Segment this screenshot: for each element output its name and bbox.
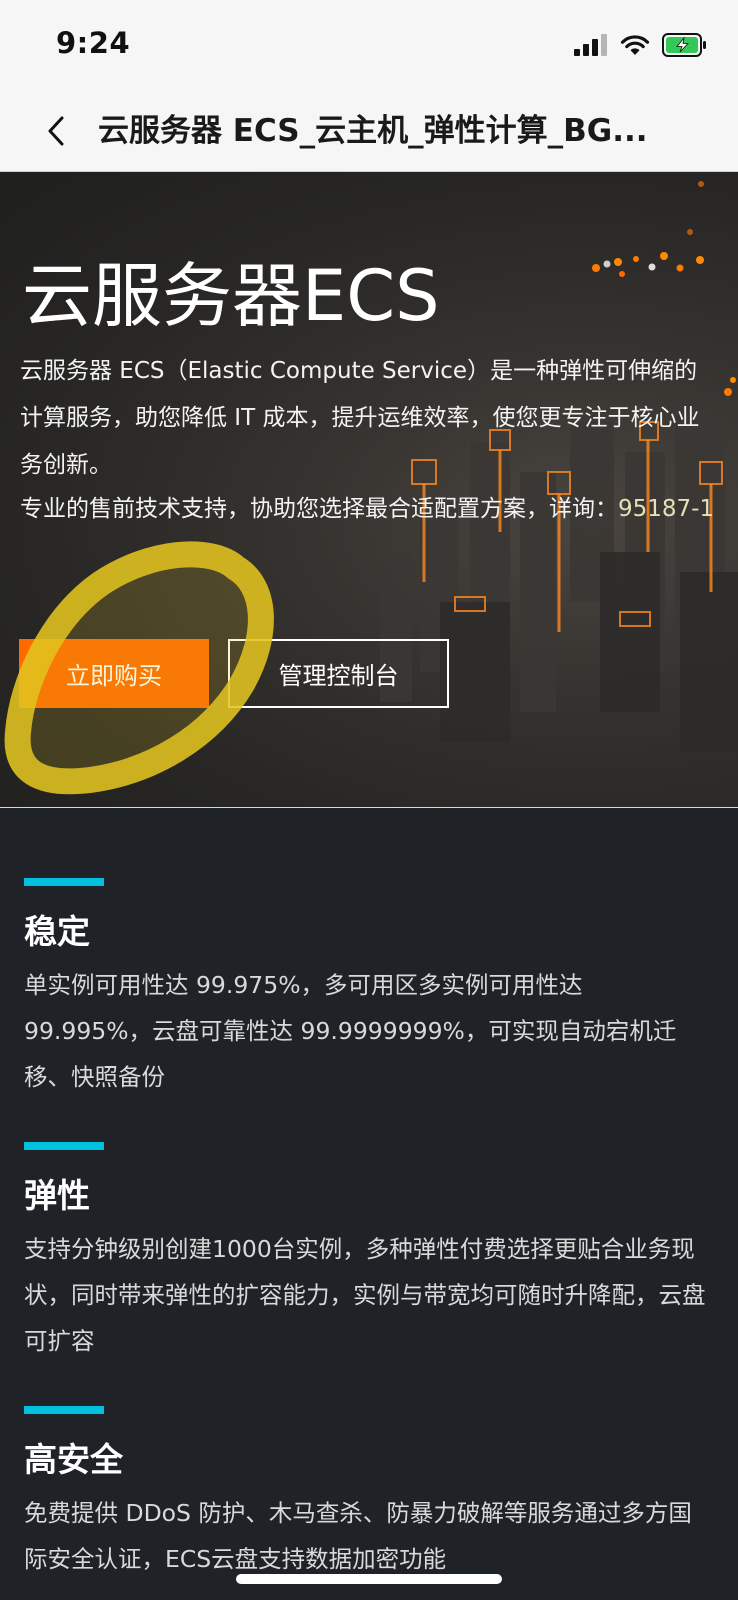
contact-phone[interactable]: 95187-1 (618, 496, 714, 522)
buy-now-button[interactable]: 立即购买 (19, 639, 209, 708)
battery-charging-icon (662, 33, 706, 57)
hero-description: 云服务器 ECS（Elastic Compute Service）是一种弹性可伸… (20, 358, 700, 478)
contact-prefix: 专业的售前技术支持，协助您选择最合适配置方案，详询： (20, 496, 618, 522)
status-icons (574, 33, 708, 57)
chevron-left-icon (48, 116, 64, 146)
feature-stable: 稳定 单实例可用性达 99.975%，多可用区多实例可用性达 99.995%，云… (24, 878, 714, 1100)
navigation-bar: 云服务器 ECS_云主机_弹性计算_BG... (0, 90, 738, 172)
feature-description: 免费提供 DDoS 防护、木马查杀、防暴力破解等服务通过多方国际安全认证，ECS… (24, 1499, 692, 1573)
feature-title: 弹性 (24, 1176, 90, 1215)
management-console-button[interactable]: 管理控制台 (228, 639, 449, 708)
cellular-signal-icon (574, 34, 607, 56)
status-time: 9:24 (56, 26, 131, 60)
feature-accent-bar (24, 1142, 104, 1150)
feature-description: 支持分钟级别创建1000台实例，多种弹性付费选择更贴合业务现状，同时带来弹性的扩… (24, 1235, 706, 1355)
feature-security: 高安全 免费提供 DDoS 防护、木马查杀、防暴力破解等服务通过多方国际安全认证… (24, 1406, 714, 1582)
back-button[interactable] (36, 108, 76, 154)
feature-title: 稳定 (24, 912, 90, 951)
feature-title: 高安全 (24, 1440, 123, 1479)
feature-accent-bar (24, 1406, 104, 1414)
hero-banner: 云服务器ECS 云服务器 ECS（Elastic Compute Service… (0, 172, 738, 808)
hero-contact: 专业的售前技术支持，协助您选择最合适配置方案，详询：95187-1 (20, 486, 720, 533)
status-bar: 9:24 (0, 0, 738, 90)
feature-accent-bar (24, 878, 104, 886)
feature-elastic: 弹性 支持分钟级别创建1000台实例，多种弹性付费选择更贴合业务现状，同时带来弹… (24, 1142, 714, 1364)
hero-title: 云服务器ECS (22, 255, 440, 337)
home-indicator[interactable] (236, 1574, 502, 1584)
page-title: 云服务器 ECS_云主机_弹性计算_BG... (98, 113, 648, 149)
wifi-icon (620, 35, 650, 55)
feature-description: 单实例可用性达 99.975%，多可用区多实例可用性达 99.995%，云盘可靠… (24, 971, 677, 1091)
